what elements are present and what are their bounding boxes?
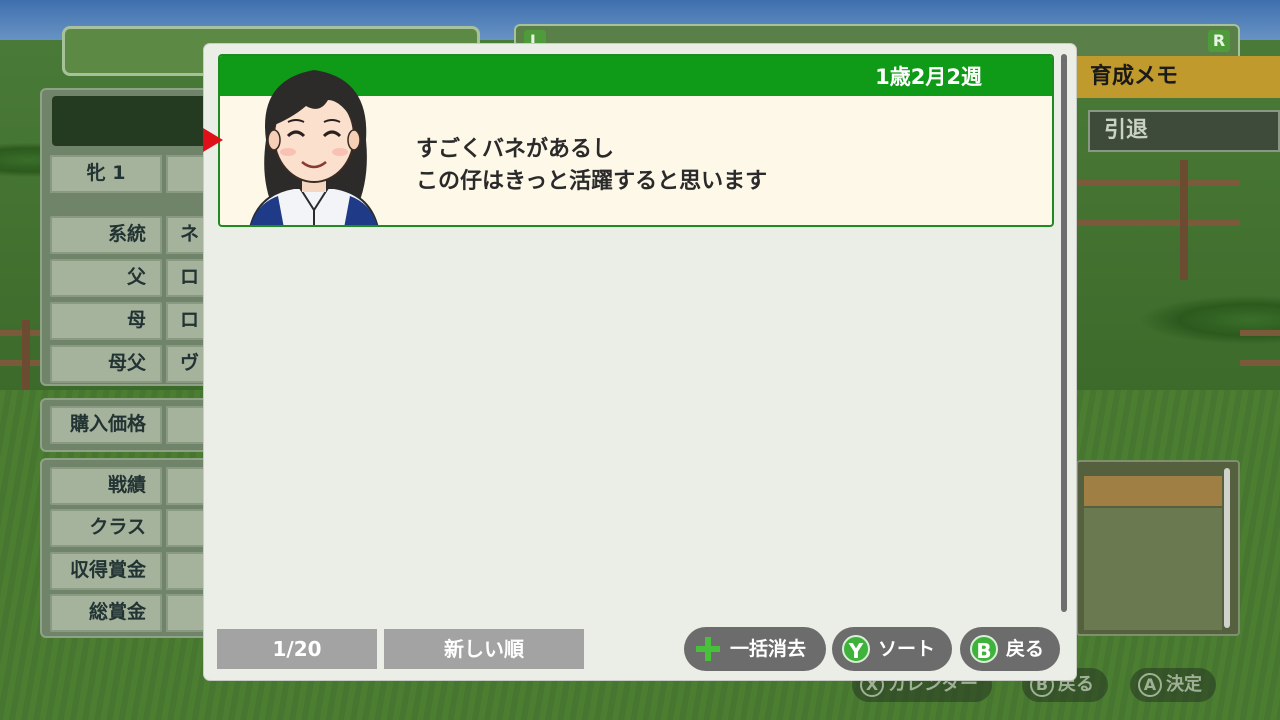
plus-button-icon <box>696 637 720 661</box>
stats-value-record <box>166 467 206 505</box>
right-list-panel <box>1076 460 1240 636</box>
b-button-icon: B <box>970 635 998 663</box>
price-label: 購入価格 <box>50 406 162 444</box>
fence-rail <box>0 330 40 336</box>
stats-value-total <box>166 594 206 632</box>
fence-rail <box>1076 220 1240 226</box>
clear-all-label: 一括消去 <box>730 638 807 660</box>
confirm-hint: A 決定 <box>1130 668 1216 702</box>
fence-rail <box>1240 360 1280 366</box>
page-indicator: 1/20 <box>217 629 377 669</box>
fence-rail <box>1240 330 1280 336</box>
stats-label-record: 戦績 <box>50 467 162 505</box>
lineage-label-system: 系統 <box>50 216 162 254</box>
sex-age-value <box>166 155 206 193</box>
stats-label-class: クラス <box>50 509 162 547</box>
fence-post <box>22 320 30 390</box>
selection-cursor-arrow-icon <box>203 128 223 152</box>
stats-value-earned <box>166 552 206 590</box>
fence-rail <box>0 360 40 366</box>
back-button[interactable]: B 戻る <box>960 627 1060 671</box>
list-row-selected <box>1084 476 1222 506</box>
lineage-label-dam: 母 <box>50 302 162 340</box>
stats-label-earned: 収得賞金 <box>50 552 162 590</box>
training-memo-tab[interactable]: 育成メモ <box>1076 56 1280 98</box>
lineage-value-system: ネ <box>166 216 206 254</box>
horse-name-box <box>52 96 212 146</box>
a-button-icon: A <box>1138 673 1162 697</box>
y-button-icon: Y <box>842 635 870 663</box>
memo-message: すごくバネがあるし この仔はきっと活躍すると思います <box>416 134 767 198</box>
sort-label: ソート <box>878 638 936 660</box>
back-label: 戻る <box>1006 638 1045 660</box>
lineage-value-dam: ロ <box>166 302 206 340</box>
dialog-scrollbar[interactable] <box>1061 54 1067 612</box>
sort-order-label: 新しい順 <box>384 629 584 669</box>
fence-rail <box>1076 180 1240 186</box>
lineage-value-damsire: ヴ <box>166 345 206 383</box>
r-shoulder-badge: R <box>1208 30 1230 52</box>
stats-label-total: 総賞金 <box>50 594 162 632</box>
memo-line: この仔はきっと活躍すると思います <box>416 169 768 194</box>
memo-line: すごくバネがあるし <box>416 137 615 162</box>
stats-value-class <box>166 509 206 547</box>
list-row <box>1084 508 1222 630</box>
staff-avatar-portrait <box>249 70 379 225</box>
sort-button[interactable]: Y ソート <box>832 627 952 671</box>
price-value <box>166 406 206 444</box>
memo-entry[interactable]: 1歳2月2週 すごくバネがあるし この仔はきっと活躍すると思います <box>218 54 1054 227</box>
lineage-value-sire: ロ <box>166 259 206 297</box>
confirm-hint-label: 決定 <box>1166 674 1202 695</box>
clear-all-button[interactable]: 一括消去 <box>684 627 826 671</box>
lineage-label-sire: 父 <box>50 259 162 297</box>
retire-button[interactable]: 引退 <box>1088 110 1280 152</box>
list-scrollbar <box>1224 468 1230 628</box>
fence-post <box>1180 160 1188 280</box>
lineage-label-damsire: 母父 <box>50 345 162 383</box>
sex-age-label: 牝 1 <box>50 155 162 193</box>
